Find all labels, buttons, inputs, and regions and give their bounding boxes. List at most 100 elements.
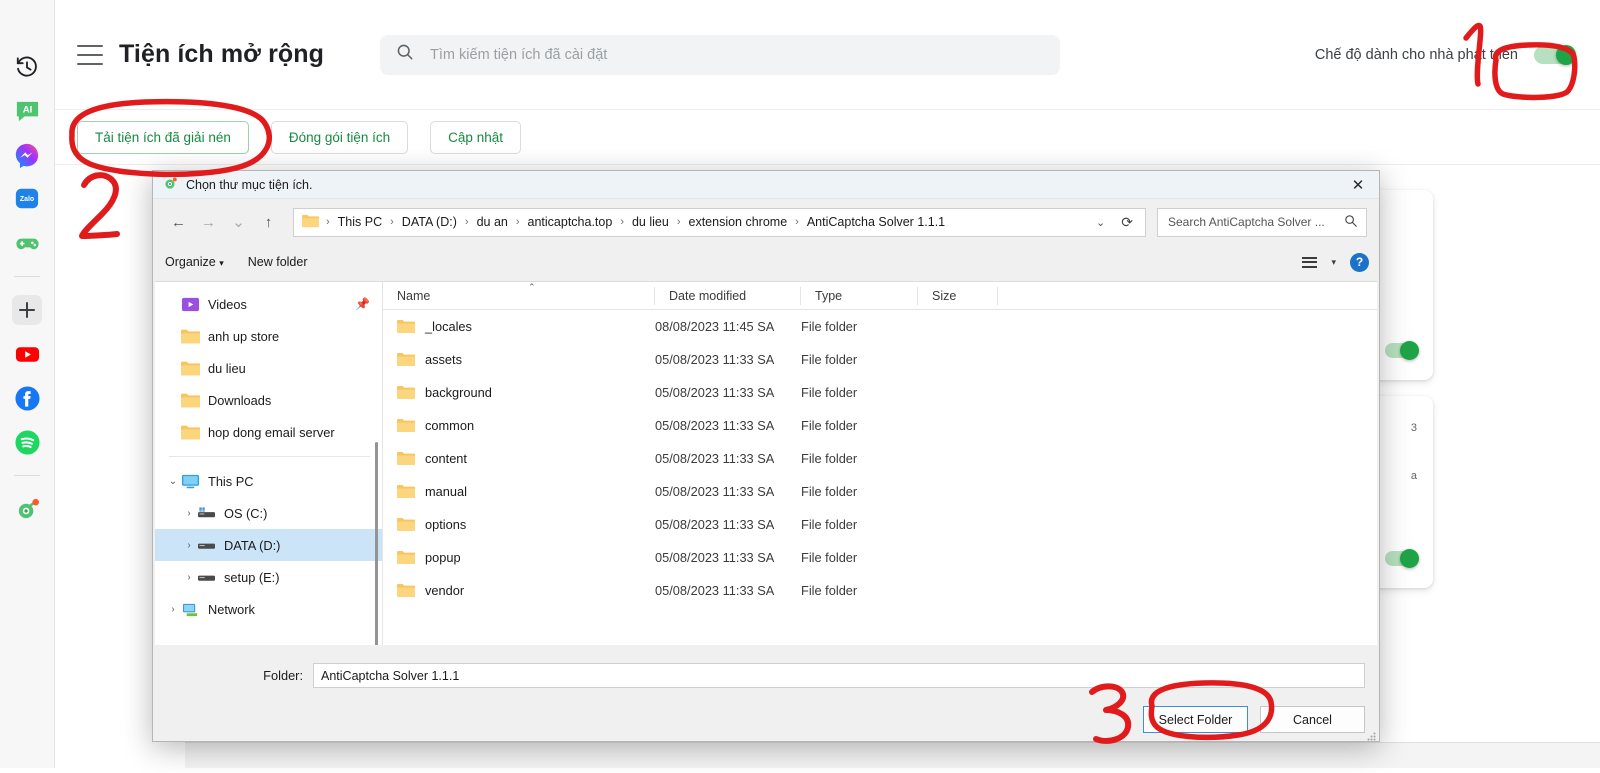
tree-expander[interactable]: › [165,604,181,615]
tree-item[interactable]: Downloads [155,384,382,416]
breadcrumb-item[interactable]: This PC [333,213,387,231]
tree-item-this-pc[interactable]: ⌄ This PC [155,465,382,497]
tree-item-label: du lieu [208,360,246,376]
file-date-cell: 05/08/2023 11:33 SA [655,517,775,532]
folder-input[interactable]: AntiCaptcha Solver 1.1.1 [313,663,1365,688]
breadcrumb-item[interactable]: AntiCaptcha Solver 1.1.1 [802,213,950,231]
refresh-icon[interactable]: ⟳ [1115,214,1139,231]
breadcrumb-item[interactable]: du an [472,213,513,231]
breadcrumb-item[interactable]: DATA (D:) [397,213,462,231]
dialog-search-input[interactable] [1166,214,1338,230]
table-row[interactable]: options 05/08/2023 11:33 SA File folder [383,508,1377,541]
page-title: Tiện ích mở rộng [119,40,325,68]
ai-icon[interactable]: AI [12,96,42,126]
sort-ascending-icon: ⌃ [528,282,536,292]
spotify-icon[interactable] [12,427,42,457]
tree-expander[interactable]: › [181,572,197,583]
update-button[interactable]: Cập nhật [430,120,521,154]
help-icon[interactable]: ? [1350,252,1369,272]
this-pc-group: ⌄ This PC › OS (C:) › DATA (D:) › setup (E:) › Ne… [155,465,382,625]
dialog-search-box[interactable] [1157,207,1367,237]
table-row[interactable]: popup 05/08/2023 11:33 SA File folder [383,541,1377,574]
tree-item-label: Videos [208,296,247,312]
tree-item-network[interactable]: › Network [155,593,382,625]
table-row[interactable]: assets 05/08/2023 11:33 SA File folder [383,343,1377,376]
file-name-cell: _locales [383,319,655,334]
dialog-view-controls: ▾ ? [1302,245,1369,279]
table-row[interactable]: content 05/08/2023 11:33 SA File folder [383,442,1377,475]
tree-item-drive[interactable]: › setup (E:) [155,561,382,593]
games-icon[interactable] [12,228,42,258]
tree-item-label: setup (E:) [224,569,280,585]
load-unpacked-button[interactable]: Tải tiện ích đã giải nén [77,120,249,154]
tree-item-drive[interactable]: › DATA (D:) [155,529,382,561]
breadcrumb-item[interactable]: extension chrome [684,213,793,231]
breadcrumb-separator: › [795,216,799,228]
file-date-cell: 05/08/2023 11:33 SA [655,484,775,499]
history-icon[interactable] [12,52,42,82]
column-header-name[interactable]: Name [383,282,655,310]
tree-item[interactable]: hop dong email server [155,416,382,448]
folder-label: Folder: [263,668,303,683]
breadcrumb-item[interactable]: du lieu [627,213,674,231]
organize-button[interactable]: Organize ▾ [165,255,224,269]
chevron-down-icon[interactable]: ⌄ [1088,216,1113,229]
youtube-icon[interactable] [12,339,42,369]
tree-expander[interactable]: › [181,540,197,551]
forward-icon[interactable]: → [195,209,222,236]
tree-item[interactable]: anh up store [155,320,382,352]
folder-field-row: Folder: AntiCaptcha Solver 1.1.1 [153,645,1379,688]
file-type-cell: File folder [801,517,858,532]
cancel-button[interactable]: Cancel [1260,706,1365,733]
chevron-down-icon[interactable]: ▾ [1331,257,1336,268]
add-icon[interactable] [12,295,42,325]
dev-mode-control: Chế độ dành cho nhà phát triển [1315,44,1576,65]
breadcrumb-item[interactable]: anticaptcha.top [523,213,618,231]
address-bar[interactable]: › This PC › DATA (D:) › du an › anticaptcha.top… [293,207,1146,237]
close-icon[interactable]: ✕ [1337,171,1379,199]
file-date-cell: 05/08/2023 11:33 SA [655,418,775,433]
pack-extension-button[interactable]: Đóng gói tiện ích [270,120,409,154]
recent-locations-icon[interactable]: ⌄ [225,209,252,236]
pin-icon[interactable]: 📌 [355,297,370,311]
search-input[interactable] [428,45,1045,64]
file-name-cell: manual [383,484,655,499]
extensions-header: Tiện ích mở rộng Chế độ dành cho nhà phá… [55,0,1600,110]
column-header-date[interactable]: Date modified [655,282,801,310]
view-options-icon[interactable] [1302,256,1318,268]
new-folder-button[interactable]: New folder [248,255,308,269]
extension-card-toggle[interactable] [1385,341,1419,360]
dialog-body: Videos 📌 anh up store du lieu Downloads hop d… [155,281,1377,645]
tree-item-label: Downloads [208,392,272,408]
breadcrumb-separator: › [390,216,394,228]
table-row[interactable]: _locales 08/08/2023 11:45 SA File folder [383,310,1377,343]
table-row[interactable]: common 05/08/2023 11:33 SA File folder [383,409,1377,442]
select-folder-button[interactable]: Select Folder [1143,706,1248,733]
dev-mode-toggle[interactable] [1534,44,1576,65]
tree-expander[interactable]: › [181,508,197,519]
column-header-type[interactable]: Type [801,282,918,310]
rail-divider-2 [14,475,40,476]
zalo-icon[interactable]: Zalo [12,184,42,214]
extension-card-text: 3 [1410,422,1417,434]
menu-icon[interactable] [77,44,103,65]
facebook-icon[interactable] [12,383,42,413]
tree-expander[interactable]: ⌄ [165,476,181,487]
extension-card-toggle[interactable] [1385,549,1419,568]
extensions-search[interactable] [380,34,1061,75]
tree-item[interactable]: Videos 📌 [155,288,382,320]
table-row[interactable]: background 05/08/2023 11:33 SA File folder [383,376,1377,409]
up-icon[interactable]: ↑ [255,209,282,236]
table-row[interactable]: vendor 05/08/2023 11:33 SA File folder [383,574,1377,607]
tree-scrollbar[interactable] [375,442,378,645]
tree-item-drive[interactable]: › OS (C:) [155,497,382,529]
file-name-cell: assets [383,352,655,367]
search-icon [396,43,414,66]
back-icon[interactable]: ← [165,209,192,236]
tree-item[interactable]: du lieu [155,352,382,384]
resize-grip[interactable] [1366,729,1376,741]
extension-icon[interactable] [12,494,42,524]
table-row[interactable]: manual 05/08/2023 11:33 SA File folder [383,475,1377,508]
messenger-icon[interactable] [12,140,42,170]
column-header-size[interactable]: Size [918,282,998,310]
